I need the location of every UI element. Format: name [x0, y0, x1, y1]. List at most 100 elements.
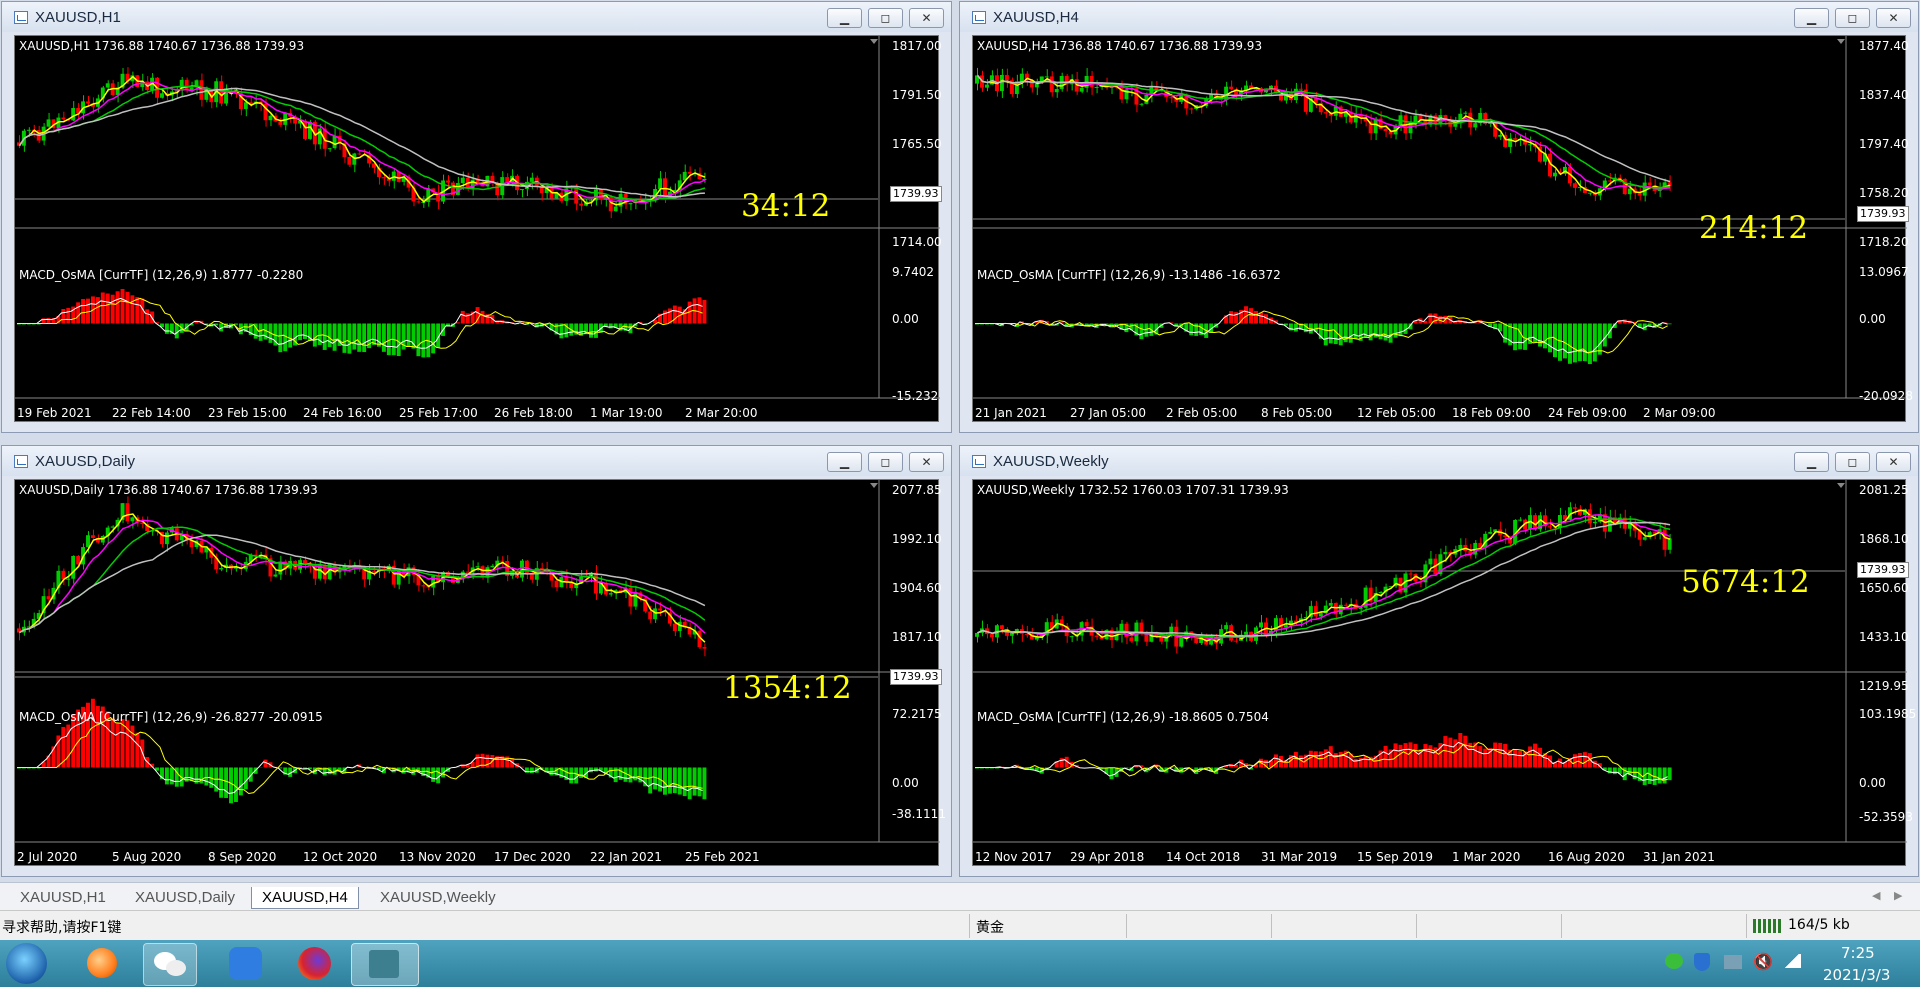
- bar-countdown: 34:12: [741, 188, 831, 224]
- macd-histogram-bar: [396, 323, 401, 357]
- candle-body: [26, 129, 31, 131]
- candle-body: [658, 608, 663, 611]
- wechat-icon[interactable]: [143, 943, 197, 986]
- maximize-button[interactable]: ◻: [1835, 8, 1870, 28]
- candle-body: [317, 128, 322, 145]
- firefox-icon[interactable]: [288, 943, 340, 984]
- price-tick: 1650.60: [1859, 581, 1909, 595]
- traffic-text: 164/5 kb: [1788, 917, 1850, 933]
- tab-xauusd-h1[interactable]: XAUUSD,H1: [10, 887, 116, 909]
- candle-body: [125, 503, 130, 522]
- macd-histogram-bar: [1368, 323, 1373, 341]
- candle-body: [1383, 128, 1388, 132]
- chart-canvas[interactable]: [15, 36, 940, 423]
- macd-histogram-bar: [1273, 754, 1278, 768]
- clock-date[interactable]: 2021/3/3: [1823, 966, 1890, 984]
- chart-window-icon: [14, 11, 28, 24]
- macd-histogram-bar: [1478, 746, 1483, 768]
- macd-histogram-bar: [1398, 744, 1403, 768]
- macd-histogram-bar: [692, 767, 697, 796]
- macd-histogram-bar: [322, 323, 327, 350]
- window-titlebar[interactable]: XAUUSD,Weekly ▁ ◻ ✕: [960, 446, 1918, 476]
- candle-body: [465, 571, 470, 573]
- candle-body: [160, 93, 164, 98]
- macd-histogram-bar: [1388, 323, 1393, 343]
- app-fish-icon[interactable]: [76, 943, 128, 984]
- chart-window-icon: [14, 455, 28, 468]
- signal-icon[interactable]: [1783, 954, 1801, 968]
- price-tick: 1718.20: [1859, 235, 1909, 249]
- windows-taskbar: 🔇 7:25 2021/3/3: [0, 940, 1920, 987]
- window-titlebar[interactable]: XAUUSD,H1 ▁ ◻ ✕: [2, 2, 951, 32]
- chart-area[interactable]: XAUUSD,H1 1736.88 1740.67 1736.88 1739.9…: [14, 35, 942, 423]
- candle-body: [61, 117, 66, 120]
- macd-histogram-bar: [327, 323, 332, 348]
- macd-histogram-bar: [1577, 323, 1582, 362]
- minimize-button[interactable]: ▁: [1794, 452, 1829, 472]
- note-app-icon[interactable]: [219, 943, 271, 984]
- maximize-button[interactable]: ◻: [868, 8, 903, 28]
- macd-tick: 0.00: [1859, 776, 1886, 790]
- time-tick: 31 Jan 2021: [1643, 850, 1715, 864]
- network-tray-icon[interactable]: [1724, 955, 1742, 969]
- shield-icon[interactable]: [1694, 953, 1710, 971]
- chart-window-daily[interactable]: XAUUSD,Daily ▁ ◻ ✕ XAUUSD,Daily 1736.88 …: [1, 445, 952, 877]
- close-button[interactable]: ✕: [909, 452, 944, 472]
- candle-body: [66, 578, 71, 580]
- chart-canvas[interactable]: [973, 480, 1907, 867]
- metatrader-icon[interactable]: [351, 943, 419, 986]
- macd-histogram-bar: [1458, 732, 1463, 768]
- start-button[interactable]: [6, 943, 47, 984]
- time-tick: 22 Feb 14:00: [112, 406, 191, 420]
- bar-countdown: 1354:12: [723, 670, 852, 706]
- time-tick: 2 Feb 05:00: [1166, 406, 1238, 420]
- candle-body: [672, 623, 677, 631]
- candle-body: [1358, 607, 1363, 609]
- tab-scroll-right-icon[interactable]: ▶: [1894, 889, 1902, 902]
- chart-window-h4[interactable]: XAUUSD,H4 ▁ ◻ ✕ XAUUSD,H4 1736.88 1740.6…: [959, 1, 1919, 433]
- tab-scroll-left-icon[interactable]: ◀: [1872, 889, 1880, 902]
- macd-histogram-bar: [677, 767, 682, 795]
- window-titlebar[interactable]: XAUUSD,H4 ▁ ◻ ✕: [960, 2, 1918, 32]
- wechat-tray-icon[interactable]: [1665, 953, 1683, 969]
- candle-body: [1244, 631, 1249, 635]
- close-button[interactable]: ✕: [1876, 8, 1911, 28]
- candle-body: [1408, 573, 1413, 575]
- chart-area[interactable]: XAUUSD,H4 1736.88 1740.67 1736.88 1739.9…: [972, 35, 1913, 422]
- price-tick: 1904.60: [892, 581, 942, 595]
- macd-histogram-bar: [1538, 747, 1543, 768]
- chart-window-weekly[interactable]: XAUUSD,Weekly ▁ ◻ ✕ XAUUSD,Weekly 1732.5…: [959, 445, 1919, 877]
- chart-area[interactable]: XAUUSD,Daily 1736.88 1740.67 1736.88 173…: [14, 479, 946, 866]
- tab-xauusd-daily[interactable]: XAUUSD,Daily: [125, 887, 245, 909]
- candle-body: [1094, 86, 1099, 88]
- macd-histogram-bar: [372, 323, 376, 345]
- clock-time[interactable]: 7:25: [1841, 944, 1875, 962]
- minimize-button[interactable]: ▁: [827, 452, 862, 472]
- minimize-button[interactable]: ▁: [827, 8, 862, 28]
- volume-icon[interactable]: 🔇: [1753, 952, 1773, 971]
- candle-body: [332, 135, 337, 149]
- minimize-button[interactable]: ▁: [1794, 8, 1829, 28]
- close-button[interactable]: ✕: [909, 8, 944, 28]
- macd-tick: 0.00: [892, 776, 919, 790]
- scroll-marker-icon: [870, 483, 878, 488]
- chart-window-h1[interactable]: XAUUSD,H1 ▁ ◻ ✕ XAUUSD,H1 1736.88 1740.6…: [1, 1, 952, 433]
- chart-area[interactable]: XAUUSD,Weekly 1732.52 1760.03 1707.31 17…: [972, 479, 1916, 867]
- time-tick: 22 Jan 2021: [590, 850, 662, 864]
- candle-body: [579, 203, 584, 206]
- time-tick: 5 Aug 2020: [112, 850, 182, 864]
- maximize-button[interactable]: ◻: [868, 452, 903, 472]
- macd-histogram-bar: [110, 718, 115, 768]
- tab-xauusd-h4[interactable]: XAUUSD,H4: [251, 887, 359, 909]
- maximize-button[interactable]: ◻: [1835, 452, 1870, 472]
- candle-body: [1259, 622, 1264, 628]
- close-button[interactable]: ✕: [1876, 452, 1911, 472]
- candle-body: [1443, 552, 1448, 555]
- macd-histogram-bar: [1587, 323, 1592, 365]
- candle-body: [303, 120, 307, 139]
- candle-body: [46, 119, 51, 127]
- tab-xauusd-weekly[interactable]: XAUUSD,Weekly: [370, 887, 506, 909]
- window-titlebar[interactable]: XAUUSD,Daily ▁ ◻ ✕: [2, 446, 951, 476]
- macd-histogram-bar: [1582, 323, 1587, 362]
- macd-histogram-bar: [1408, 742, 1413, 768]
